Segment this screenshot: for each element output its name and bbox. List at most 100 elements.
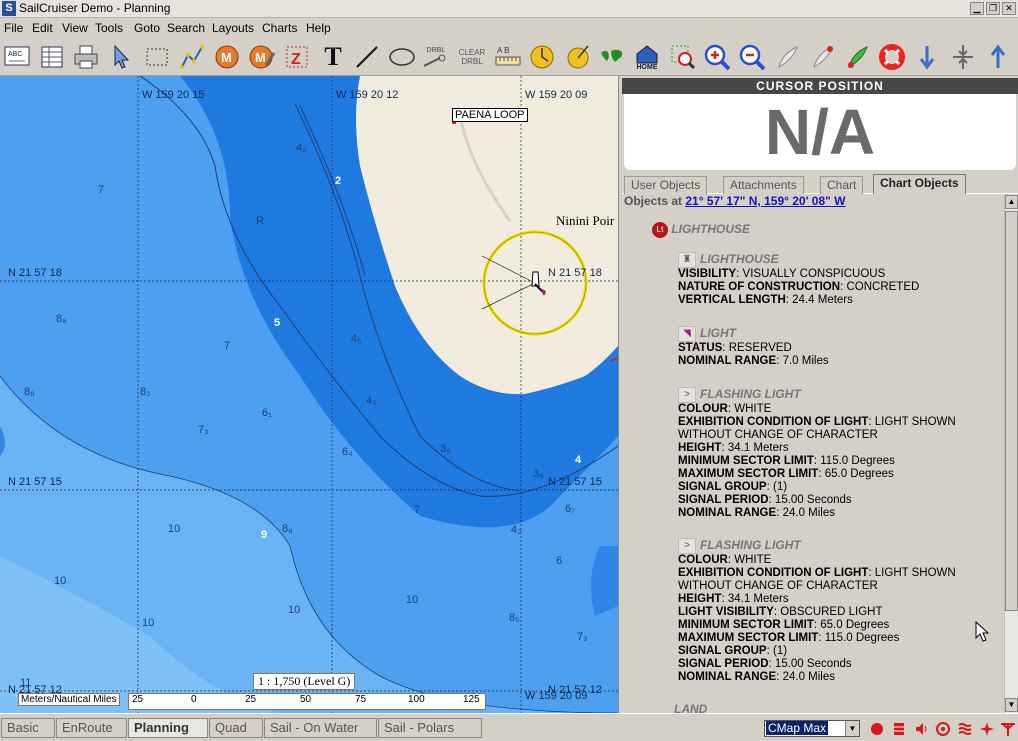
- object-title: FLASHING LIGHT: [700, 387, 801, 402]
- objects-scrollbar[interactable]: ▲ ▼: [1004, 195, 1018, 713]
- tab-attachments[interactable]: Attachments: [723, 176, 804, 194]
- maximize-button[interactable]: ❐: [986, 2, 1000, 15]
- svg-text:M: M: [255, 50, 266, 65]
- tab-user-objects[interactable]: User Objects: [624, 176, 708, 194]
- line-tool-icon[interactable]: [352, 42, 382, 72]
- record-icon[interactable]: [869, 721, 885, 737]
- depth-sounding: 11: [20, 677, 32, 689]
- menu-tools[interactable]: Tools: [95, 21, 123, 35]
- depth-sounding: 7: [224, 340, 231, 352]
- land-group-header[interactable]: LAND: [674, 702, 1004, 713]
- clear-drbl-icon[interactable]: CLEAR DRBL: [457, 42, 487, 72]
- layout-tab-basic[interactable]: Basic: [1, 718, 55, 738]
- home-icon[interactable]: HOME: [632, 42, 662, 72]
- chevron-down-icon[interactable]: ▼: [845, 721, 859, 736]
- layout-tab-enroute[interactable]: EnRoute: [56, 718, 127, 738]
- layout-tab-quad[interactable]: Quad: [209, 718, 263, 738]
- scalebar-tick: 25: [245, 694, 257, 705]
- feather-red-icon[interactable]: [807, 42, 837, 72]
- lighthouse-badge-icon: Lt: [652, 222, 668, 238]
- place-label-ninini-point: Ninini Poir: [556, 213, 615, 228]
- close-button[interactable]: ✕: [1002, 2, 1016, 15]
- object-property: SIGNAL PERIOD: 15.00 Seconds: [678, 494, 852, 506]
- menu-edit[interactable]: Edit: [32, 21, 53, 35]
- route-icon[interactable]: [177, 42, 207, 72]
- object-property: NOMINAL RANGE: 24.0 Miles: [678, 507, 835, 519]
- scalebar-unit-label[interactable]: Meters/Nautical Miles: [18, 693, 120, 706]
- menu-goto[interactable]: Goto: [134, 21, 160, 35]
- objects-at-position-link[interactable]: 21° 57' 17" N, 159° 20' 08" W: [685, 194, 845, 208]
- depth-sounding: 3₆: [440, 443, 451, 455]
- svg-text:ABC: ABC: [8, 51, 22, 58]
- menu-layouts[interactable]: Layouts: [212, 21, 254, 35]
- sound-icon[interactable]: [913, 721, 929, 737]
- object-lighthouse: ♜ LIGHTHOUSE VISIBILITY: VISUALLY CONSPIC…: [678, 252, 1004, 307]
- bearing-icon[interactable]: [563, 42, 593, 72]
- text-tool-icon[interactable]: T: [318, 42, 348, 72]
- print-icon[interactable]: [71, 42, 101, 72]
- depth-sounding: 4₅: [351, 333, 362, 345]
- lighthouse-group-header[interactable]: Lt LIGHTHOUSE: [652, 222, 1004, 238]
- chart-view[interactable]: W 159 20 15 W 159 20 12 W 159 20 09 W 15…: [0, 76, 618, 713]
- target-icon[interactable]: [935, 721, 951, 737]
- select-rectangle-icon[interactable]: [142, 42, 172, 72]
- arrow-up-icon[interactable]: [983, 42, 1013, 72]
- tab-chart-objects[interactable]: Chart Objects: [873, 174, 966, 194]
- table-icon[interactable]: [37, 42, 67, 72]
- layout-tab-planning[interactable]: Planning: [128, 718, 208, 738]
- scroll-up-icon[interactable]: ▲: [1005, 195, 1018, 209]
- drbl-icon[interactable]: DRBL: [421, 42, 451, 72]
- zoom-box-icon[interactable]: [668, 42, 698, 72]
- alarm-icon[interactable]: [891, 721, 907, 737]
- arrow-down-icon[interactable]: [912, 42, 942, 72]
- zoom-in-icon[interactable]: [702, 42, 732, 72]
- ruler-icon[interactable]: A B: [493, 42, 523, 72]
- pointer-icon[interactable]: [106, 42, 136, 72]
- mark-icon[interactable]: M: [212, 42, 242, 72]
- compass-rose-icon[interactable]: [979, 721, 995, 737]
- depth-sounding: 8₅: [509, 612, 520, 624]
- cursor-position-box: N/A: [624, 94, 1016, 170]
- tab-chart[interactable]: Chart: [820, 176, 864, 194]
- ellipse-tool-icon[interactable]: [387, 42, 417, 72]
- object-property: LIGHT VISIBILITY: OBSCURED LIGHT: [678, 606, 883, 618]
- feather-icon[interactable]: [772, 42, 802, 72]
- zoom-out-icon[interactable]: [737, 42, 767, 72]
- object-light: ◥ LIGHT STATUS: RESERVED NOMINAL RANGE: 7…: [678, 326, 1004, 368]
- lat-label: N 21 57 18: [8, 267, 62, 279]
- menu-charts[interactable]: Charts: [262, 21, 297, 35]
- cursor-position-header: CURSOR POSITION: [622, 78, 1018, 94]
- menu-bar: File Edit View Tools Goto Search Layouts…: [0, 18, 1018, 38]
- scroll-thumb[interactable]: [1005, 211, 1018, 611]
- scalebar-tick: 100: [408, 694, 425, 705]
- object-flashing-light: > FLASHING LIGHT COLOUR: WHITE EXHIBITION…: [678, 387, 1004, 520]
- object-property: MINIMUM SECTOR LIMIT: 65.0 Degrees: [678, 619, 890, 631]
- menu-search[interactable]: Search: [167, 21, 205, 35]
- abc-edit-icon[interactable]: ABC: [2, 42, 32, 72]
- menu-view[interactable]: View: [62, 21, 88, 35]
- chart-source-select[interactable]: CMap Max ▼: [764, 720, 860, 737]
- scalebar-tick: 50: [300, 694, 312, 705]
- object-property: SIGNAL GROUP: (1): [678, 481, 788, 493]
- waves-icon[interactable]: [957, 721, 973, 737]
- feather-green-icon[interactable]: [842, 42, 872, 72]
- menu-help[interactable]: Help: [306, 21, 331, 35]
- mark-edit-icon[interactable]: M: [247, 42, 277, 72]
- minimize-button[interactable]: ▁: [970, 2, 984, 15]
- zoom-area-icon[interactable]: Z: [282, 42, 312, 72]
- antenna-icon[interactable]: [1000, 721, 1016, 737]
- center-icon[interactable]: [948, 42, 978, 72]
- layout-tab-sail-on-water[interactable]: Sail - On Water: [264, 718, 377, 738]
- compass-icon[interactable]: [527, 42, 557, 72]
- scale-level-label: 1 : 1,750 (Level G): [253, 673, 356, 690]
- flashing-light-symbol-icon: >: [678, 538, 696, 554]
- menu-file[interactable]: File: [4, 21, 23, 35]
- lifebuoy-icon[interactable]: [877, 42, 907, 72]
- window-title: SailCruiser Demo - Planning: [19, 1, 171, 15]
- depth-sounding: 10: [406, 594, 419, 606]
- world-map-icon[interactable]: [597, 42, 627, 72]
- object-property: VISIBILITY: VISUALLY CONSPICUOUS: [678, 268, 886, 280]
- layout-tab-sail-polars[interactable]: Sail - Polars: [378, 718, 482, 738]
- scroll-down-icon[interactable]: ▼: [1005, 698, 1018, 712]
- cursor-position-value: N/A: [764, 96, 876, 168]
